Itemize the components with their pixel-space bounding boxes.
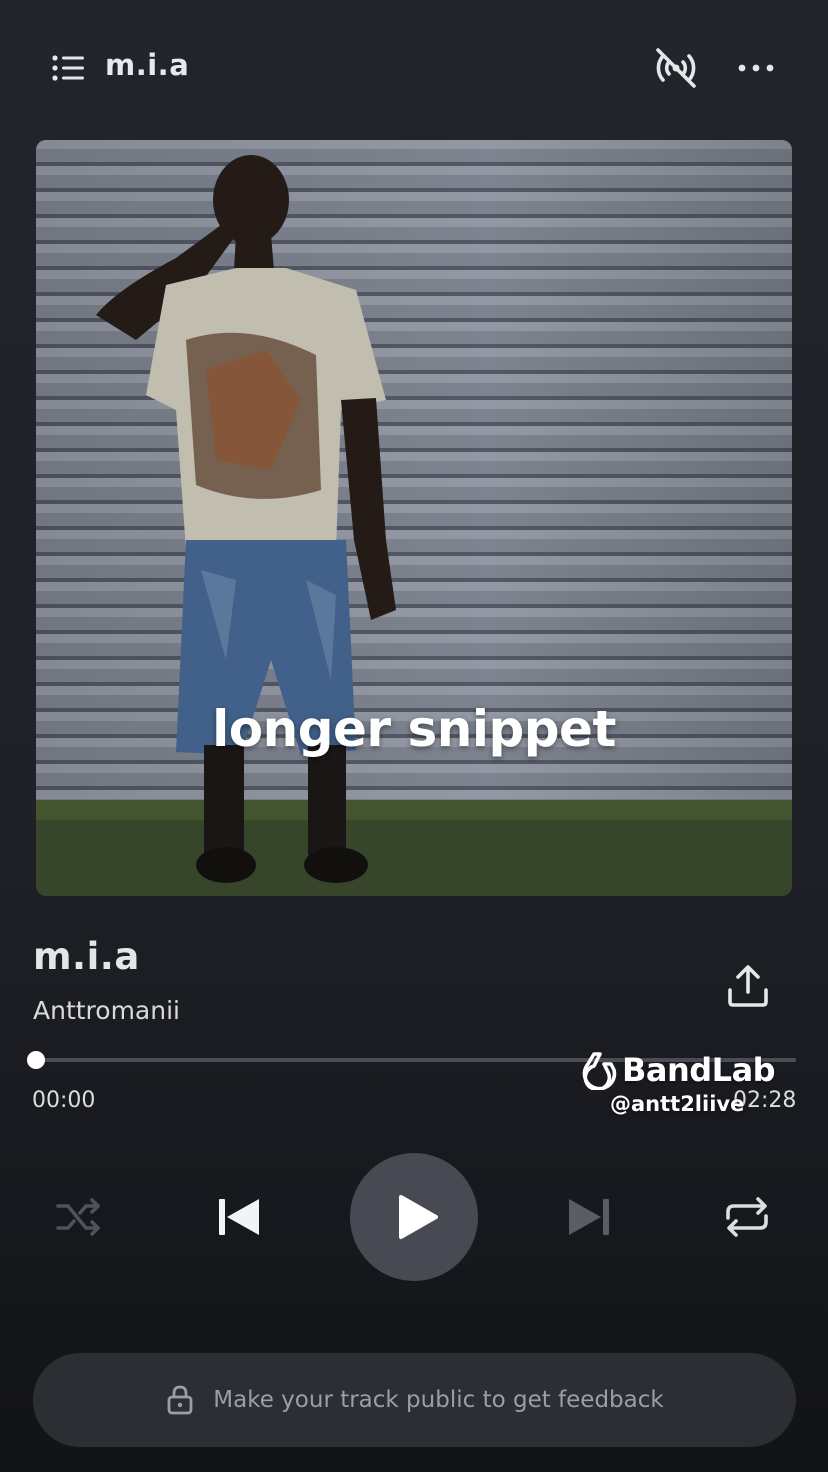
shuffle-icon bbox=[56, 1198, 100, 1236]
elapsed-time: 00:00 bbox=[32, 1088, 96, 1113]
feedback-prompt-text: Make your track public to get feedback bbox=[213, 1387, 664, 1413]
artwork-caption: longer snippet bbox=[212, 700, 616, 758]
progress-thumb[interactable] bbox=[27, 1051, 45, 1069]
broadcast-off-icon[interactable] bbox=[650, 44, 702, 92]
top-bar: m.i.a bbox=[0, 0, 828, 136]
more-horizontal-icon[interactable] bbox=[734, 52, 778, 84]
repeat-icon bbox=[726, 1197, 768, 1237]
track-title: m.i.a bbox=[33, 935, 140, 978]
skip-next-icon bbox=[569, 1199, 609, 1235]
bandlab-logo-icon bbox=[582, 1052, 617, 1090]
page-title: m.i.a bbox=[105, 48, 190, 82]
bandlab-handle: @antt2liive bbox=[610, 1092, 745, 1116]
repeat-button[interactable] bbox=[722, 1194, 772, 1240]
play-button[interactable] bbox=[350, 1153, 478, 1281]
bandlab-watermark: BandLab @antt2liive bbox=[578, 1050, 778, 1116]
track-artist[interactable]: Anttromanii bbox=[33, 996, 180, 1025]
shuffle-button[interactable] bbox=[54, 1194, 104, 1240]
play-icon bbox=[399, 1195, 438, 1239]
lock-icon bbox=[167, 1385, 193, 1415]
list-menu-icon[interactable] bbox=[50, 52, 86, 84]
share-upload-icon[interactable] bbox=[722, 960, 774, 1012]
album-artwork: longer snippet bbox=[36, 140, 792, 896]
next-button[interactable] bbox=[565, 1196, 613, 1238]
artwork-image bbox=[36, 140, 792, 896]
skip-previous-icon bbox=[219, 1199, 259, 1235]
make-public-feedback-button[interactable]: Make your track public to get feedback bbox=[33, 1353, 796, 1447]
previous-button[interactable] bbox=[215, 1196, 263, 1238]
bandlab-brand: BandLab bbox=[622, 1051, 776, 1089]
